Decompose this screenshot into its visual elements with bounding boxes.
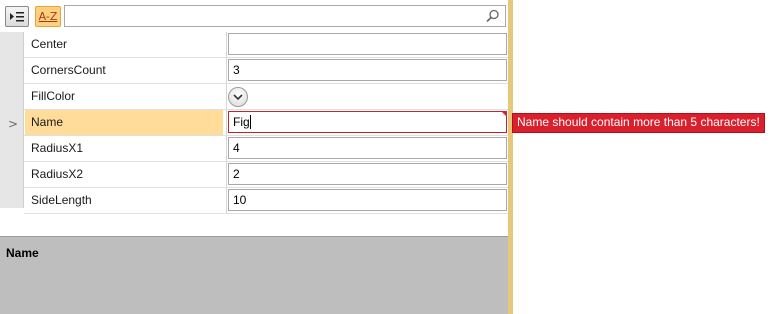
property-row-radiusx2[interactable]: RadiusX2 2 [24,162,508,188]
search-icon[interactable] [486,9,500,23]
sort-alphabetical-button[interactable]: A-Z [35,6,61,27]
toolbar: A-Z [0,0,508,32]
search-input[interactable] [69,7,473,27]
property-row-name[interactable]: Name Fig [24,110,508,136]
property-value-input[interactable] [228,33,507,55]
description-title: Name [6,246,39,260]
property-row-fillcolor[interactable]: FillColor [24,84,508,110]
property-name: RadiusX2 [31,167,84,181]
property-value-input[interactable]: 10 [228,189,507,211]
expand-chevron-button[interactable] [228,87,248,107]
property-name: SideLength [31,193,92,207]
property-value-input[interactable]: 4 [228,137,507,159]
name-value-input[interactable]: Fig [228,111,507,133]
description-panel: Name [0,236,508,314]
property-row-sidelength[interactable]: SideLength 10 [24,188,508,214]
chevron-down-icon [233,94,243,101]
search-box[interactable] [64,5,506,27]
categorize-list-icon [10,12,24,22]
property-row-cornerscount[interactable]: CornersCount 3 [24,58,508,84]
property-name: RadiusX1 [31,141,84,155]
error-corner-marker [501,111,507,117]
property-grid: A-Z > Center CornersCount 3 FillColor Na… [0,0,513,314]
property-name: Center [31,37,68,51]
property-value-input[interactable]: 3 [228,59,507,81]
property-row-center[interactable]: Center [24,32,508,58]
property-value-input[interactable]: 2 [228,163,507,185]
current-row-indicator: > [8,117,19,131]
sort-alphabetical-label: A-Z [38,10,58,23]
property-row-radiusx1[interactable]: RadiusX1 4 [24,136,508,162]
validation-error-tooltip: Name should contain more than 5 characte… [512,113,765,133]
categorize-button[interactable] [5,6,29,27]
text-caret [249,115,251,129]
property-name: CornersCount [31,63,106,77]
property-name: Name [25,110,223,135]
name-value-text: Fig [233,115,250,129]
property-name: FillColor [31,89,76,103]
